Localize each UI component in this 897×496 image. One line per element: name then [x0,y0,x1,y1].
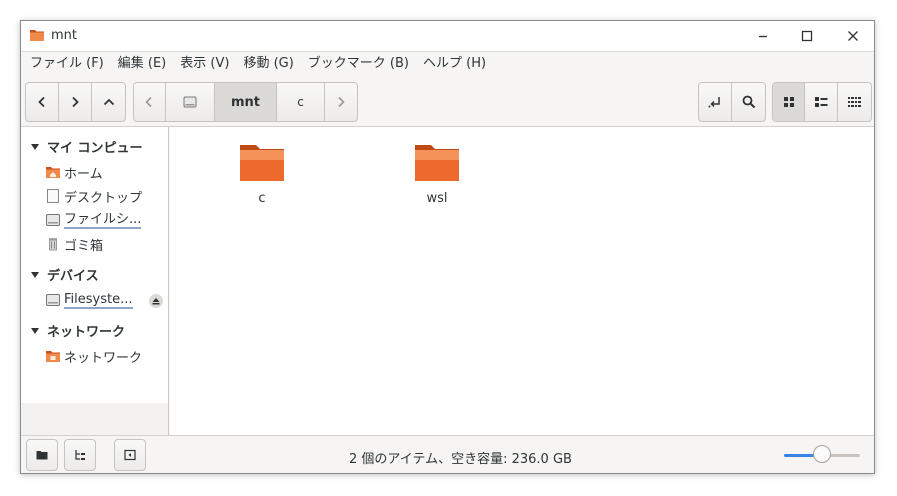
folder-icon [240,145,284,181]
network-folder-icon [46,351,60,362]
eject-button[interactable] [149,294,163,308]
section-title: マイ コンピュー [47,141,143,156]
show-places-button[interactable] [26,439,58,471]
file-name: c [258,191,266,206]
status-text: 2 個のアイテム、空き容量: 236.0 GB [349,452,572,467]
close-button[interactable] [833,21,873,51]
folder-item-wsl[interactable]: wsl [392,141,482,206]
sidebar-item-desktop[interactable]: デスクトップ [45,185,165,207]
sidebar-item-label: Filesyste... [64,291,133,309]
sidebar-item-label: デスクトップ [64,190,143,206]
breadcrumb: mnt c [133,82,358,122]
breadcrumb-root[interactable] [166,83,216,121]
breadcrumb-label: mnt [231,94,261,110]
folder-icon [30,30,44,41]
sidebar-section-devices[interactable]: デバイス [31,265,99,284]
breadcrumb-c[interactable]: c [277,83,326,121]
collapse-triangle-icon [31,327,39,334]
view-mode-buttons [772,82,872,122]
chevron-right-icon [338,96,345,108]
drive-icon [183,96,197,108]
back-button[interactable] [26,83,59,121]
menu-edit[interactable]: 編集 (E) [111,52,174,76]
sidebar-item-label: ゴミ箱 [64,238,104,254]
folder-icon [415,145,459,181]
compact-view-button[interactable] [838,83,871,121]
file-manager-window: mnt ファイル (F) 編集 (E) 表示 (V) 移動 (G) ブックマーク… [20,20,875,474]
search-button[interactable] [732,83,765,121]
sidebar-item-label: ネットワーク [64,350,143,366]
up-button[interactable] [92,83,125,121]
chevron-left-icon [145,96,152,108]
slider-knob[interactable] [813,445,831,463]
title-bar: mnt [21,21,874,52]
sidebar-footer [21,403,168,435]
toolbar: mnt c [21,77,874,127]
maximize-icon [801,30,813,42]
list-view-button[interactable] [805,83,838,121]
folder-icon [36,451,48,460]
sidebar-item-label: ファイルシ... [64,211,142,229]
location-toggle-button[interactable] [699,83,733,121]
show-treeview-button[interactable] [64,439,96,471]
sidebar-item-network[interactable]: ネットワーク [45,345,165,367]
drive-icon [46,294,60,306]
menu-bookmarks[interactable]: ブックマーク (B) [301,52,416,76]
menu-file[interactable]: ファイル (F) [23,52,111,76]
menu-help[interactable]: ヘルプ (H) [416,52,493,76]
sidebar-section-network[interactable]: ネットワーク [31,321,125,340]
folder-item-c[interactable]: c [217,141,307,206]
sidebar-item-filesystem-device[interactable]: Filesyste... [45,289,145,311]
tree-view-icon [75,450,85,460]
drive-icon [46,214,60,226]
trash-icon [49,238,57,251]
forward-button[interactable] [59,83,92,121]
grid-view-icon [783,97,794,107]
sidebar-item-label: ホーム [64,166,103,182]
location-search-buttons [698,82,766,122]
sidebar-toggle-icon [124,449,136,461]
chevron-up-icon [103,98,114,106]
breadcrumb-scroll-left[interactable] [134,83,166,121]
minimize-button[interactable] [743,21,783,51]
home-folder-icon [46,167,60,178]
eject-icon [152,298,160,305]
chevron-left-icon [38,96,45,108]
menu-view[interactable]: 表示 (V) [173,52,236,76]
sidebar: マイ コンピュー ホーム デスクトップ ファイルシ... ゴミ箱 デバイス Fi… [21,127,169,435]
search-icon [742,95,755,109]
chevron-right-icon [72,96,79,108]
menu-bar: ファイル (F) 編集 (E) 表示 (V) 移動 (G) ブックマーク (B)… [21,52,874,76]
file-name: wsl [426,191,448,206]
minimize-icon [759,35,767,38]
window-title: mnt [51,28,77,43]
compact-view-icon [848,97,862,107]
maximize-button[interactable] [787,21,827,51]
collapse-triangle-icon [31,271,39,278]
desktop-icon [47,189,59,203]
breadcrumb-scroll-right[interactable] [325,83,357,121]
section-title: ネットワーク [47,325,126,340]
sidebar-section-my-computer[interactable]: マイ コンピュー [31,137,143,156]
location-jump-icon [708,97,720,108]
icon-view-button[interactable] [773,83,806,121]
sidebar-item-filesystem[interactable]: ファイルシ... [45,209,165,231]
zoom-slider[interactable] [784,445,860,465]
menu-go[interactable]: 移動 (G) [236,52,300,76]
breadcrumb-label: c [297,95,304,109]
collapse-triangle-icon [31,143,39,150]
list-view-icon [815,97,828,107]
toggle-sidebar-button[interactable] [114,439,146,471]
sidebar-item-home[interactable]: ホーム [45,161,165,183]
file-view: c wsl [170,127,874,435]
breadcrumb-mnt[interactable]: mnt [215,83,277,121]
navigation-buttons [25,82,126,122]
section-title: デバイス [47,269,99,284]
sidebar-item-trash[interactable]: ゴミ箱 [45,233,165,255]
close-icon [848,31,858,41]
status-bar: 2 個のアイテム、空き容量: 236.0 GB [21,435,874,473]
